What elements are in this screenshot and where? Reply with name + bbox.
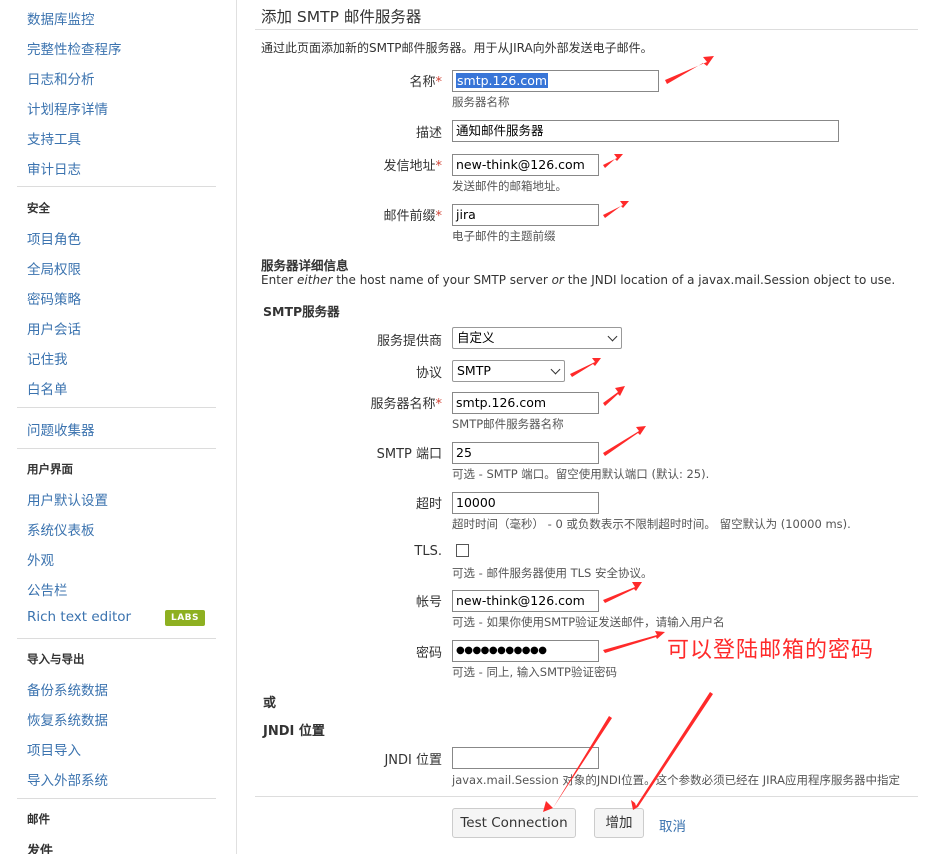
timeout-input[interactable]: 10000	[452, 492, 599, 514]
from-address-label: 发信地址*	[383, 159, 442, 174]
tls-help: 可选 - 邮件服务器使用 TLS 安全协议。	[452, 566, 653, 580]
arrow-icon	[603, 201, 629, 218]
sidebar-heading-mail: 邮件	[27, 812, 50, 826]
cancel-link[interactable]: 取消	[659, 815, 686, 835]
smtp-server-heading: SMTP服务器	[263, 304, 340, 319]
footer-divider	[255, 796, 918, 797]
test-connection-button[interactable]: Test Connection	[452, 808, 576, 838]
arrow-icon	[603, 582, 642, 603]
title-divider	[255, 29, 918, 30]
username-input[interactable]: new-think@126.com	[452, 590, 599, 612]
password-annotation: 可以登陆邮箱的密码	[667, 638, 875, 663]
arrow-icon	[603, 426, 646, 456]
arrow-icon	[665, 56, 714, 84]
sidebar-item-announcement-banner[interactable]: 公告栏	[27, 579, 68, 599]
sidebar-item-restore-system[interactable]: 恢复系统数据	[27, 709, 108, 729]
form-intro: 通过此页面添加新的SMTP邮件服务器。用于从JIRA向外部发送电子邮件。	[261, 41, 653, 55]
host-help: SMTP邮件服务器名称	[452, 417, 564, 431]
sidebar-divider	[17, 638, 216, 639]
sidebar-item-password-policy[interactable]: 密码策略	[27, 288, 81, 308]
sidebar-heading-security: 安全	[27, 201, 50, 215]
chevron-down-icon	[607, 331, 618, 342]
arrow-icon	[603, 154, 623, 168]
sidebar-item-support-tools[interactable]: 支持工具	[27, 128, 81, 148]
sidebar-divider	[17, 448, 216, 449]
labs-badge: LABS	[165, 610, 205, 626]
host-label: 服务器名称*	[370, 397, 442, 412]
jndi-heading: JNDI 位置	[263, 724, 325, 739]
sidebar-item-scheduler[interactable]: 计划程序详情	[27, 98, 108, 118]
sidebar-item-integrity-checker[interactable]: 完整性检查程序	[27, 38, 122, 58]
email-prefix-help: 电子邮件的主题前缀	[452, 229, 556, 243]
arrow-icon	[631, 692, 713, 810]
tls-checkbox[interactable]	[456, 544, 469, 557]
sidebar-heading-import-export: 导入与导出	[27, 652, 85, 666]
provider-select[interactable]: 自定义	[452, 327, 622, 349]
password-input[interactable]: ●●●●●●●●●●●	[452, 640, 599, 662]
sidebar-item-outgoing-mail[interactable]: 发件	[27, 840, 53, 854]
name-help: 服务器名称	[452, 95, 510, 109]
sidebar-item-look-and-feel[interactable]: 外观	[27, 549, 54, 569]
email-prefix-input[interactable]: jira	[452, 204, 599, 226]
name-input[interactable]: smtp.126.com	[452, 70, 659, 92]
protocol-label: 协议	[415, 366, 442, 381]
jndi-input[interactable]	[452, 747, 599, 769]
admin-sidebar: 数据库监控 完整性检查程序 日志和分析 计划程序详情 支持工具 审计日志 安全 …	[0, 0, 237, 854]
chevron-down-icon	[550, 364, 561, 375]
provider-label: 服务提供商	[376, 334, 442, 349]
description-input[interactable]: 通知邮件服务器	[452, 120, 839, 142]
timeout-help: 超时时间（毫秒） - 0 或负数表示不限制超时时间。 留空默认为 (10000 …	[452, 517, 851, 531]
sidebar-item-external-system-import[interactable]: 导入外部系统	[27, 769, 108, 789]
arrow-icon	[603, 386, 625, 406]
email-prefix-label: 邮件前缀*	[383, 209, 442, 224]
port-label: SMTP 端口	[376, 447, 442, 462]
sidebar-item-remember-me[interactable]: 记住我	[27, 348, 68, 368]
from-address-help: 发送邮件的邮箱地址。	[452, 179, 567, 193]
sidebar-item-project-roles[interactable]: 项目角色	[27, 228, 81, 248]
host-input[interactable]: smtp.126.com	[452, 392, 599, 414]
tls-label: TLS.	[414, 544, 442, 559]
sidebar-item-system-dashboard[interactable]: 系统仪表板	[27, 519, 95, 539]
sidebar-item-backup-system[interactable]: 备份系统数据	[27, 679, 108, 699]
arrow-icon	[570, 358, 601, 377]
protocol-select[interactable]: SMTP	[452, 360, 565, 382]
name-label: 名称*	[409, 75, 442, 90]
username-help: 可选 - 如果你使用SMTP验证发送邮件，请输入用户名	[452, 615, 725, 629]
port-help: 可选 - SMTP 端口。留空使用默认端口 (默认: 25).	[452, 467, 710, 481]
sidebar-item-user-sessions[interactable]: 用户会话	[27, 318, 81, 338]
username-label: 帐号	[415, 595, 442, 610]
smtp-server-form: 添加 SMTP 邮件服务器 通过此页面添加新的SMTP邮件服务器。用于从JIRA…	[237, 0, 937, 854]
sidebar-divider	[17, 798, 216, 799]
sidebar-item-audit-log[interactable]: 审计日志	[27, 158, 81, 178]
description-label: 描述	[415, 126, 442, 141]
server-details-heading: 服务器详细信息	[261, 258, 349, 273]
sidebar-item-logging[interactable]: 日志和分析	[27, 68, 95, 88]
page-title: 添加 SMTP 邮件服务器	[261, 8, 422, 26]
from-address-input[interactable]: new-think@126.com	[452, 154, 599, 176]
jndi-label: JNDI 位置	[384, 753, 442, 768]
sidebar-item-rich-text-editor[interactable]: Rich text editor	[27, 609, 131, 625]
password-label: 密码	[415, 646, 442, 661]
add-button[interactable]: 增加	[594, 808, 644, 838]
sidebar-item-whitelist[interactable]: 白名单	[27, 378, 68, 398]
sidebar-heading-user-interface: 用户界面	[27, 462, 73, 476]
or-label: 或	[263, 696, 277, 711]
sidebar-item-user-defaults[interactable]: 用户默认设置	[27, 489, 108, 509]
sidebar-item-database-monitoring[interactable]: 数据库监控	[27, 8, 95, 28]
server-details-hint: Enter either the host name of your SMTP …	[261, 273, 896, 287]
sidebar-item-project-import[interactable]: 项目导入	[27, 739, 81, 759]
sidebar-item-global-permissions[interactable]: 全局权限	[27, 258, 81, 278]
timeout-label: 超时	[415, 497, 442, 512]
arrow-icon	[603, 631, 665, 653]
port-input[interactable]: 25	[452, 442, 599, 464]
sidebar-divider	[17, 186, 216, 187]
jndi-help: javax.mail.Session 对象的JNDI位置。这个参数必须已经在 J…	[452, 773, 900, 787]
password-help: 可选 - 同上, 输入SMTP验证密码	[452, 665, 617, 679]
sidebar-item-issue-collectors[interactable]: 问题收集器	[27, 419, 95, 439]
sidebar-divider	[17, 407, 216, 408]
